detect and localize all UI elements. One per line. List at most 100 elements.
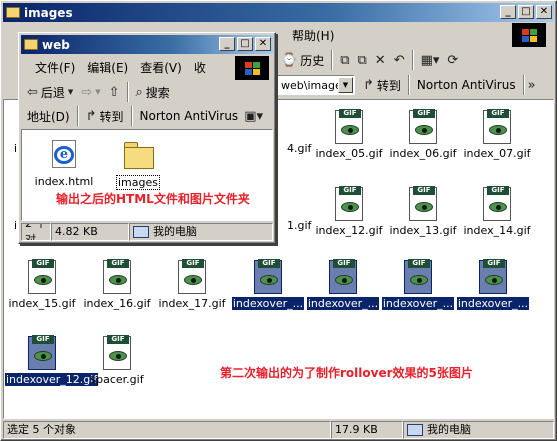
search-button[interactable]: ⌕ 搜索 — [132, 81, 174, 103]
inner-status-bar: 2 个对 4.82 KB 我的电脑 — [21, 223, 273, 241]
file-label: indexover_... — [381, 297, 455, 310]
history-icon: ⌚ — [281, 52, 298, 68]
file-item[interactable]: GIF spacer.gif — [80, 335, 154, 386]
close-button[interactable]: ✕ — [536, 5, 552, 19]
file-item[interactable]: GIF indexover_12.gif — [5, 335, 99, 386]
maximize-button[interactable]: □ — [237, 37, 253, 51]
window-title: web — [42, 37, 70, 52]
go-button[interactable]: ↱ 转到 — [359, 74, 405, 96]
file-label: index_13.gif — [389, 224, 457, 237]
forward-button[interactable]: ⇨ ▼ — [77, 81, 104, 103]
rollover-annotation: 第二次输出的为了制作rollover效果的5张图片 — [220, 366, 473, 380]
file-item[interactable]: GIF index_12.gif — [312, 186, 386, 237]
undo-icon: ↶ — [393, 52, 405, 68]
file-item[interactable]: GIF index_13.gif — [386, 186, 460, 237]
status-size: 17.9 KB — [331, 421, 403, 439]
menu-help[interactable]: 帮助(H) — [286, 27, 340, 44]
chevron-down-icon: ▼ — [95, 88, 101, 96]
back-button[interactable]: ⇦ 后退 ▼ — [23, 81, 77, 103]
file-index-html[interactable]: e index.html — [27, 138, 101, 188]
copy-to-icon: ⧉ — [357, 52, 367, 68]
delete-button[interactable]: ✕ — [371, 49, 390, 71]
file-item[interactable]: GIF index_06.gif — [386, 109, 460, 160]
partial-label: i — [14, 142, 18, 155]
close-button[interactable]: ✕ — [255, 37, 271, 51]
windows-logo — [512, 23, 546, 47]
undo-button[interactable]: ↶ — [390, 49, 409, 71]
norton-antivirus-button[interactable]: Norton AntiVirus — [413, 74, 520, 96]
menu-favorites[interactable]: 收 — [188, 59, 212, 76]
norton-antivirus-button[interactable]: Norton AntiVirus — [136, 105, 243, 127]
chevron-more-icon[interactable]: » — [528, 78, 536, 93]
menu-edit[interactable]: 编辑(E) — [81, 59, 134, 76]
file-item[interactable]: GIF indexover_... — [231, 259, 305, 310]
file-label: index_14.gif — [463, 224, 531, 237]
file-item[interactable]: GIF index_15.gif — [5, 259, 79, 310]
file-label: index_17.gif — [158, 297, 226, 310]
toolbar-separator — [522, 75, 525, 95]
menu-file[interactable]: 文件(F) — [29, 59, 81, 76]
inner-file-list: e index.html images 输出之后的HTML文件和图片文件夹 — [21, 129, 273, 221]
gif-image-icon: GIF — [481, 109, 513, 144]
forward-arrow-icon: ⇨ — [81, 84, 93, 100]
outer-menu-bar: 帮助(H) — [286, 25, 340, 45]
menu-view[interactable]: 查看(V) — [134, 59, 188, 76]
web-window: web _ □ ✕ 文件(F) 编辑(E) 查看(V) 收 ⇦ 后退 ▼ ⇨ ▼… — [18, 32, 276, 244]
views-icon: ▦▾ — [420, 52, 440, 68]
toolbar-separator — [331, 50, 334, 70]
outer-address-actions: ↱ 转到 Norton AntiVirus » — [359, 75, 536, 95]
go-button[interactable]: ↱ 转到 — [82, 105, 128, 127]
minimize-button[interactable]: _ — [219, 37, 235, 51]
gif-image-icon: GIF — [26, 259, 58, 294]
file-item[interactable]: GIF indexover_... — [381, 259, 455, 310]
outer-status-bar: 选定 5 个对象 17.9 KB 我的电脑 — [3, 421, 554, 439]
toolbar-separator — [126, 82, 129, 102]
file-item[interactable]: GIF indexover_... — [306, 259, 380, 310]
search-icon: ⌕ — [135, 84, 143, 100]
toolbar-separator — [76, 106, 79, 126]
file-label: indexover_... — [231, 297, 305, 310]
delete-icon: ✕ — [374, 52, 386, 68]
file-item[interactable]: GIF index_05.gif — [312, 109, 386, 160]
views-button[interactable]: ▦▾ — [417, 49, 444, 71]
file-item[interactable]: GIF index_07.gif — [460, 109, 534, 160]
gif-image-icon: GIF — [101, 259, 133, 294]
status-location: 我的电脑 — [129, 223, 273, 241]
partial-label: 4.gif — [287, 142, 312, 155]
gif-image-icon: GIF — [176, 259, 208, 294]
file-label: index_16.gif — [83, 297, 151, 310]
web-title-bar[interactable]: web _ □ ✕ — [21, 35, 273, 54]
window-title: images — [24, 5, 73, 20]
file-item[interactable]: GIF indexover_... — [456, 259, 530, 310]
refresh-button[interactable]: ⟳ — [443, 49, 462, 71]
folder-icon — [6, 7, 20, 18]
gif-image-icon: GIF — [477, 259, 509, 294]
toolbar-separator — [411, 50, 414, 70]
up-folder-button[interactable]: ⇧ — [105, 81, 124, 103]
minimize-button[interactable]: _ — [500, 5, 516, 19]
my-computer-icon — [407, 424, 423, 436]
refresh-icon: ⟳ — [447, 52, 459, 68]
norton-icon[interactable]: ▣▾ — [244, 109, 263, 124]
file-item[interactable]: GIF index_16.gif — [80, 259, 154, 310]
gif-image-icon: GIF — [327, 259, 359, 294]
file-item[interactable]: GIF index_17.gif — [155, 259, 229, 310]
gif-image-icon: GIF — [26, 335, 58, 370]
gif-image-icon: GIF — [101, 335, 133, 370]
toolbar-separator — [407, 75, 410, 95]
file-item[interactable]: GIF index_14.gif — [460, 186, 534, 237]
address-label: 地址(D) — [27, 109, 70, 124]
chevron-down-icon[interactable]: ▼ — [338, 77, 353, 93]
gif-image-icon: GIF — [252, 259, 284, 294]
folder-images[interactable]: images — [101, 138, 175, 190]
outer-address-field[interactable]: web\images ▼ — [277, 75, 355, 95]
status-location: 我的电脑 — [403, 421, 554, 439]
move-to-button[interactable]: ⧉ — [336, 49, 353, 71]
maximize-button[interactable]: □ — [518, 5, 534, 19]
file-label: index_07.gif — [463, 147, 531, 160]
gif-image-icon: GIF — [481, 186, 513, 221]
images-title-bar[interactable]: images _ □ ✕ — [3, 3, 554, 22]
inner-menu-bar: 文件(F) 编辑(E) 查看(V) 收 — [29, 57, 212, 77]
history-button[interactable]: ⌚ 历史 — [277, 49, 328, 71]
copy-to-button[interactable]: ⧉ — [354, 49, 371, 71]
